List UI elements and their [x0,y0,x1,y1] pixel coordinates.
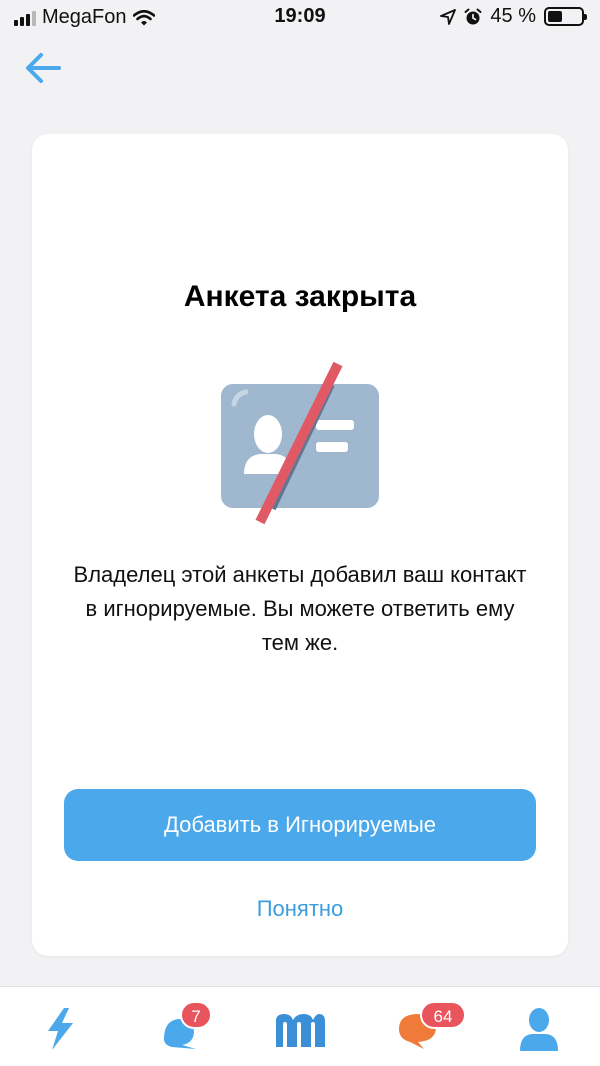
nav-item-activity[interactable] [22,987,102,1066]
nav-item-notifications[interactable]: 7 [142,987,222,1066]
card-message: Владелец этой анкеты добавил ваш контакт… [73,562,527,655]
alarm-icon [464,8,482,24]
lightning-icon [48,1008,73,1050]
battery-level [548,11,563,22]
status-bar: MegaFon 19:09 45 % [0,0,600,34]
notifications-badge: 7 [180,1001,212,1029]
profile-closed-card: Анкета закрыта Владелец этой анкеты доба… [32,134,568,956]
back-button[interactable] [22,48,64,88]
profile-icon [520,1008,558,1051]
bottom-nav: 7 64 [0,986,600,1066]
nav-item-messages[interactable]: 64 [380,987,466,1066]
status-right: 45 % [440,5,587,28]
card-title: Анкета закрыта [183,280,417,313]
closed-profile-card-icon [221,362,379,525]
dismiss-link[interactable]: Понятно [32,896,568,922]
nav-item-profile[interactable] [500,987,580,1066]
battery-percent: 45 % [490,5,536,27]
back-arrow-icon [26,53,61,83]
mamba-logo-icon [276,1014,325,1047]
messages-badge: 64 [420,1001,466,1029]
nav-item-home[interactable] [261,987,341,1066]
battery-icon [544,7,587,26]
location-arrow-icon [440,8,457,25]
add-to-ignored-button[interactable]: Добавить в Игнорируемые [64,789,536,861]
